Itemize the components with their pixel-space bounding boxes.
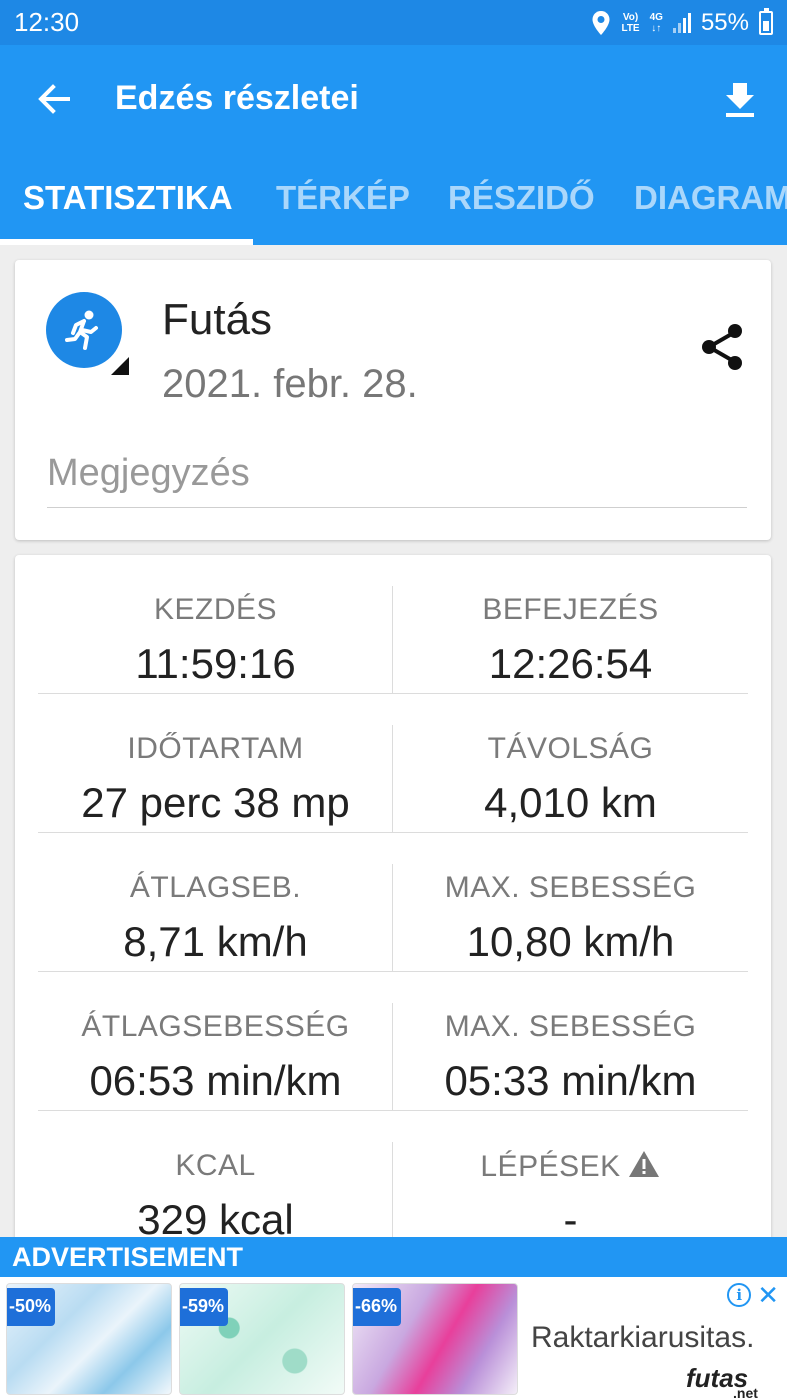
back-arrow-icon[interactable] xyxy=(34,79,74,119)
activity-date: 2021. febr. 28. xyxy=(162,362,418,406)
share-icon[interactable] xyxy=(699,322,745,372)
stats-row: ÁTLAGSEBESSÉG 06:53 min/km MAX. SEBESSÉG 0… xyxy=(38,972,748,1111)
stat-steps: LÉPÉSEK - xyxy=(393,1111,748,1250)
tab-terkep[interactable]: TÉRKÉP xyxy=(276,179,410,217)
dropdown-corner-indicator xyxy=(111,357,129,375)
ad-product-image[interactable]: -59% xyxy=(179,1283,345,1395)
stat-start: KEZDÉS 11:59:16 xyxy=(135,593,296,687)
ad-product-image[interactable]: -66% xyxy=(352,1283,518,1395)
app-bar: Edzés részletei xyxy=(0,45,787,155)
stats-row: KEZDÉS 11:59:16 BEFEJEZÉS 12:26:54 xyxy=(38,555,748,694)
stats-row: ÁTLAGSEB. 8,71 km/h MAX. SEBESSÉG 10,80 km… xyxy=(38,833,748,972)
stat-max-speed: MAX. SEBESSÉG 10,80 km/h xyxy=(444,871,697,965)
ad-banner[interactable]: -50% -59% -66% i ✕ Raktarkiarusitas. fut… xyxy=(0,1277,787,1400)
discount-badge: -50% xyxy=(7,1288,55,1326)
note-field[interactable]: Megjegyzés xyxy=(47,452,250,495)
stat-duration: IDŐTARTAM 27 perc 38 mp xyxy=(81,732,350,826)
status-icons: Vo) LTE 4G ↓↑ 55% xyxy=(591,7,773,37)
ad-close-icon[interactable]: ✕ xyxy=(757,1282,779,1308)
stat-max-pace: MAX. SEBESSÉG 05:33 min/km xyxy=(444,1010,697,1104)
ad-header: ADVERTISEMENT xyxy=(0,1237,787,1277)
ad-logo-suffix: .net xyxy=(733,1385,758,1400)
activity-name: Futás xyxy=(162,295,273,344)
page-title: Edzés részletei xyxy=(115,79,359,117)
ad-product-image[interactable]: -50% xyxy=(6,1283,172,1395)
stat-avg-pace: ÁTLAGSEBESSÉG 06:53 min/km xyxy=(81,1010,350,1104)
stats-grid: KEZDÉS 11:59:16 BEFEJEZÉS 12:26:54 IDŐTART… xyxy=(38,555,748,1250)
ad-brand-text[interactable]: Raktarkiarusitas. xyxy=(531,1321,754,1355)
stat-end: BEFEJEZÉS 12:26:54 xyxy=(482,593,659,687)
tab-indicator xyxy=(0,239,253,245)
stats-row: KCAL 329 kcal LÉPÉSEK - xyxy=(38,1111,748,1250)
ad-info-icon[interactable]: i xyxy=(727,1283,752,1307)
stat-avg-speed: ÁTLAGSEB. 8,71 km/h xyxy=(123,871,308,965)
note-underline xyxy=(47,507,747,508)
download-icon[interactable] xyxy=(723,79,757,119)
volte-indicator: Vo) LTE xyxy=(621,11,640,34)
signal-icon xyxy=(672,12,691,33)
discount-badge: -66% xyxy=(353,1288,401,1326)
location-icon xyxy=(592,10,610,35)
status-bar: 12:30 Vo) LTE 4G ↓↑ 55% xyxy=(0,0,787,45)
ad-controls: i ✕ xyxy=(727,1282,779,1308)
tab-statisztika[interactable]: STATISZTIKA xyxy=(23,179,233,217)
tab-reszido[interactable]: RÉSZIDŐ xyxy=(448,179,595,217)
data-indicator: 4G ↓↑ xyxy=(649,11,663,34)
tab-diagram[interactable]: DIAGRAM xyxy=(634,179,787,217)
stats-row: IDŐTARTAM 27 perc 38 mp TÁVOLSÁG 4,010 km xyxy=(38,694,748,833)
activity-card: Futás 2021. febr. 28. Megjegyzés xyxy=(15,260,771,540)
stat-kcal: KCAL 329 kcal xyxy=(137,1149,294,1243)
discount-badge: -59% xyxy=(180,1288,228,1326)
stat-distance: TÁVOLSÁG 4,010 km xyxy=(484,732,657,826)
tab-bar: STATISZTIKA TÉRKÉP RÉSZIDŐ DIAGRAM xyxy=(0,155,787,245)
battery-percent: 55% xyxy=(700,8,749,36)
warning-icon[interactable] xyxy=(627,1149,661,1179)
status-time: 12:30 xyxy=(14,7,80,37)
running-icon xyxy=(65,310,98,350)
stats-card: KEZDÉS 11:59:16 BEFEJEZÉS 12:26:54 IDŐTART… xyxy=(15,555,771,1255)
battery-icon xyxy=(759,7,773,35)
